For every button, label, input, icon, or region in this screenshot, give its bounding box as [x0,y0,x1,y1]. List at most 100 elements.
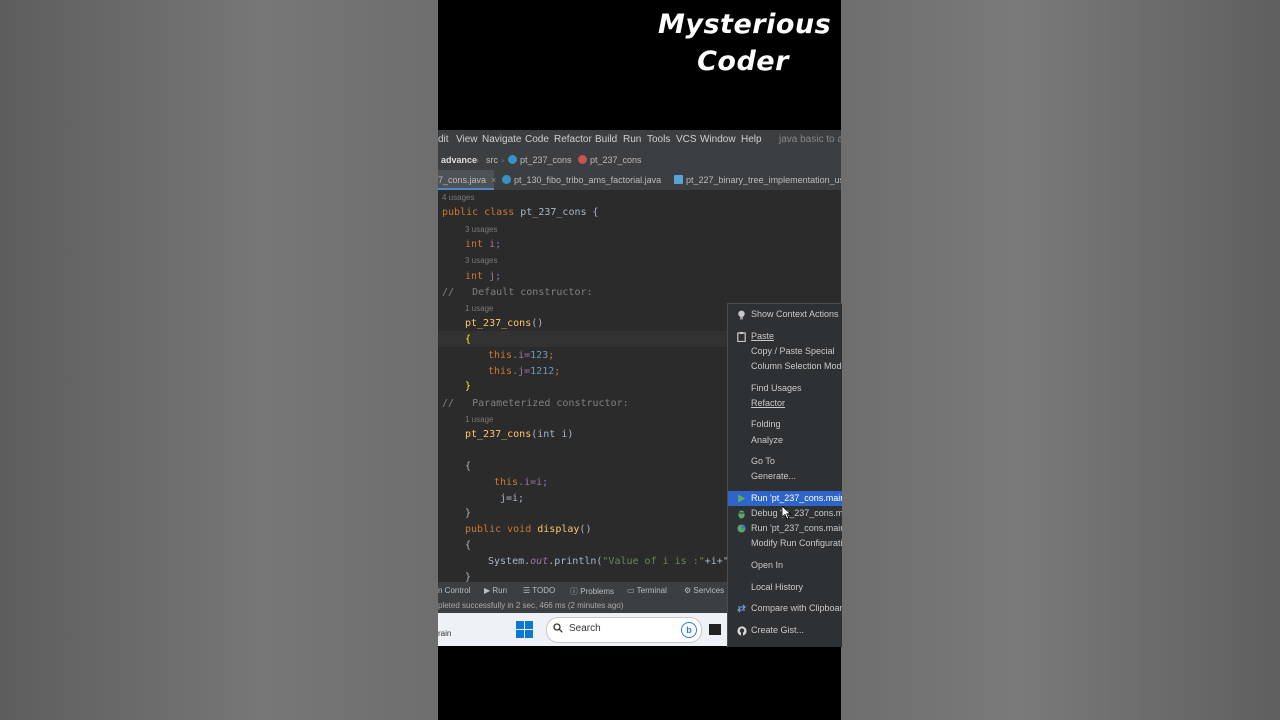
breadcrumb-member[interactable]: pt_237_cons [578,155,642,165]
compare-icon [737,604,746,613]
usage-hint[interactable]: 3 usages [465,225,497,234]
breadcrumb: advance › src › pt_237_cons › pt_237_con… [438,150,841,170]
close-tab-icon[interactable]: × [491,175,496,185]
menu-help[interactable]: Help [741,134,762,145]
terminal-icon: ▭ [627,586,635,595]
usage-hint[interactable]: 4 usages [442,193,474,202]
tool-services[interactable]: ⚙ Services [684,586,724,595]
menu-item-paste[interactable]: Paste [728,329,842,344]
windows-start-icon[interactable] [516,621,533,638]
menu-tools[interactable]: Tools [647,134,670,145]
code-line-ctor1: pt_237_cons() [465,318,544,329]
run-icon: ▶ [484,586,491,595]
code-close-brace: } [465,508,472,519]
code-line-println: System.out.println("Value of i is :"+i+"… [488,556,741,567]
usage-hint[interactable]: 3 usages [465,256,497,265]
clipboard-icon [737,332,746,343]
usage-hint[interactable]: 1 usage [465,304,493,313]
usage-hint[interactable]: 1 usage [465,415,493,424]
code-line-class: public class pt_237_cons { [442,207,599,218]
menu-item-analyze[interactable]: Analyze [728,433,842,448]
left-blurred-background [0,0,438,720]
tab-pt-237-cons[interactable]: 7_cons.java × [438,170,496,190]
menu-navigate[interactable]: Navigate [482,134,521,145]
run-icon [737,494,746,503]
weather-text: rain [438,629,452,638]
list-icon: ☰ [523,586,531,595]
menu-item-generate[interactable]: Generate... [728,469,842,484]
java-class-icon [508,155,517,164]
menu-item-copy-paste-special[interactable]: Copy / Paste Special [728,344,842,359]
menu-item-refactor[interactable]: Refactor [728,396,842,411]
code-open-brace: { [465,334,472,345]
bing-icon[interactable]: b [681,622,697,638]
breadcrumb-separator-icon: › [501,155,504,165]
menu-run[interactable]: Run [623,134,641,145]
search-label: Search [569,623,601,634]
breadcrumb-folder[interactable]: src [486,155,498,165]
project-hint: java basic to adv [779,134,841,145]
breadcrumb-project[interactable]: advance [441,155,477,165]
tab-pt-227[interactable]: pt_227_binary_tree_implementation_using [674,170,841,190]
search-icon [553,623,563,633]
menu-build[interactable]: Build [595,134,617,145]
menu-window[interactable]: Window [700,134,736,145]
java-class-icon [502,175,511,184]
menu-item-run-coverage[interactable]: Run 'pt_237_cons.main()' with Coverage [728,521,842,536]
code-open-brace: { [465,540,472,551]
code-line-this-j: this.j=1212; [488,366,561,377]
services-icon: ⚙ [684,586,692,595]
brand-line-2: Coder [697,46,789,77]
menu-item-folding[interactable]: Folding [728,417,842,432]
debug-icon [737,509,746,519]
menu-refactor[interactable]: Refactor [554,134,592,145]
menu-item-go-to[interactable]: Go To [728,454,842,469]
code-line-display: public void display() [465,524,592,535]
context-menu: Show Context Actions Paste Copy / Paste … [727,303,842,647]
breadcrumb-separator-icon: › [569,155,572,165]
right-blurred-background [841,0,1280,720]
taskbar-app-icon[interactable] [709,624,721,635]
github-icon [737,626,747,636]
menu-item-find-usages[interactable]: Find Usages [728,381,842,396]
build-status: pleted successfully in 2 sec, 466 ms (2 … [438,601,624,610]
mouse-pointer-icon [782,506,792,520]
menu-item-modify-run-config[interactable]: Modify Run Configuration... [728,536,842,551]
bulb-icon [737,310,746,320]
windows-taskbar: rain Search b [438,613,727,646]
menu-bar: dit View Navigate Code Refactor Build Ru… [438,130,841,150]
tool-todo[interactable]: ☰ TODO [523,586,555,595]
menu-view[interactable]: View [456,134,478,145]
brand-line-1: Mysterious [658,9,832,40]
menu-item-run-main[interactable]: Run 'pt_237_cons.main()' [728,491,842,506]
breadcrumb-file[interactable]: pt_237_cons [508,155,572,165]
tool-problems[interactable]: ⓘ Problems [570,586,614,597]
editor-tabs: 7_cons.java × pt_130_fibo_tribo_ams_facto… [438,170,841,191]
brand-title: Mysterious Coder [658,6,832,80]
tool-version-control[interactable]: n Control [438,586,470,595]
java-file-icon [674,175,683,184]
method-icon [578,155,587,164]
code-comment-default: // Default constructor: [442,287,593,298]
menu-item-create-gist[interactable]: Create Gist... [728,623,842,638]
brand-banner: Mysterious Coder [438,0,841,130]
menu-code[interactable]: Code [525,134,549,145]
tab-pt-130[interactable]: pt_130_fibo_tribo_ams_factorial.java [502,170,661,190]
code-open-brace: { [465,461,472,472]
menu-item-local-history[interactable]: Local History [728,580,842,595]
code-line-field-i: int i; [465,239,502,250]
menu-edit[interactable]: dit [438,134,449,145]
coverage-icon [737,524,746,533]
menu-item-show-context-actions[interactable]: Show Context Actions [728,307,842,322]
tool-terminal[interactable]: ▭ Terminal [627,586,667,595]
problems-icon: ⓘ [570,587,578,596]
menu-item-column-selection[interactable]: Column Selection Mode [728,359,842,374]
menu-vcs[interactable]: VCS [676,134,697,145]
menu-item-open-in[interactable]: Open In [728,558,842,573]
breadcrumb-separator-icon: › [476,155,479,165]
taskbar-search[interactable]: Search b [546,617,702,643]
menu-item-compare-clipboard[interactable]: Compare with Clipboard [728,601,842,616]
tool-run[interactable]: ▶ Run [484,586,507,595]
code-comment-param: // Parameterized constructor: [442,398,629,409]
code-line-this-i: this.i=123; [488,350,555,361]
